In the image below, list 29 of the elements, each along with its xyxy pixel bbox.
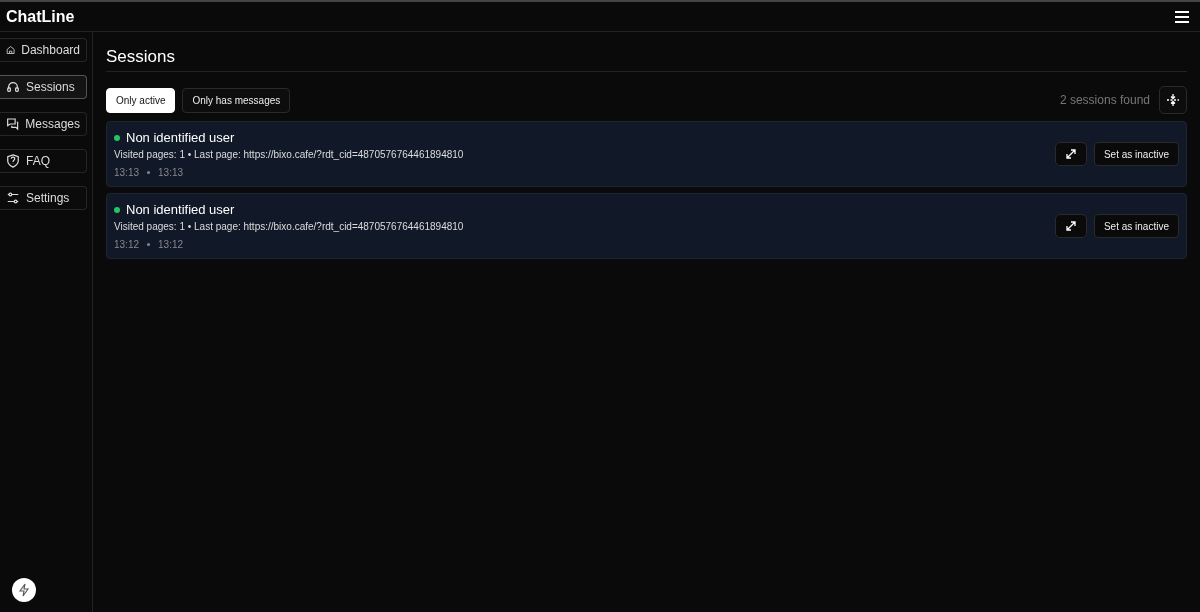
- session-details: Visited pages: 1 • Last page: https://bixo.cafe/?rdt_cid=4870576764461894810: [114, 221, 465, 232]
- start-time: 13:13: [114, 167, 140, 178]
- page-title: Sessions: [106, 32, 1187, 72]
- sliders-icon: [6, 191, 20, 205]
- session-name: Non identified user: [126, 130, 235, 145]
- session-name: Non identified user: [126, 202, 235, 217]
- sidebar-item[interactable]: FAQ: [0, 149, 87, 173]
- end-time: 13:12: [158, 239, 184, 250]
- session-details: Visited pages: 1 • Last page: https://bixo.cafe/?rdt_cid=4870576764461894810: [114, 149, 465, 160]
- end-time: 13:13: [158, 167, 184, 178]
- filter-button[interactable]: Only active: [106, 87, 176, 113]
- filter-button[interactable]: Only has messages: [182, 87, 291, 113]
- sidebar-item[interactable]: Settings: [0, 186, 87, 210]
- separator-icon: [147, 243, 151, 246]
- expand-icon[interactable]: [1054, 214, 1087, 238]
- chat-bubbles-icon: [6, 117, 20, 131]
- collapse-icon[interactable]: [1159, 86, 1187, 114]
- sidebar-item[interactable]: Dashboard: [0, 38, 87, 62]
- app-title: ChatLine: [6, 7, 75, 26]
- start-time: 13:12: [114, 239, 140, 250]
- session-count: 2 sessions found: [1059, 93, 1150, 107]
- shield-icon: [6, 154, 20, 168]
- lightning-icon[interactable]: [12, 578, 36, 602]
- headset-icon: [6, 80, 20, 94]
- home-icon: [6, 43, 16, 57]
- separator-icon: [147, 171, 151, 174]
- sidebar-item[interactable]: Messages: [0, 112, 87, 136]
- expand-icon[interactable]: [1054, 142, 1087, 166]
- sidebar-item[interactable]: Sessions: [0, 75, 87, 99]
